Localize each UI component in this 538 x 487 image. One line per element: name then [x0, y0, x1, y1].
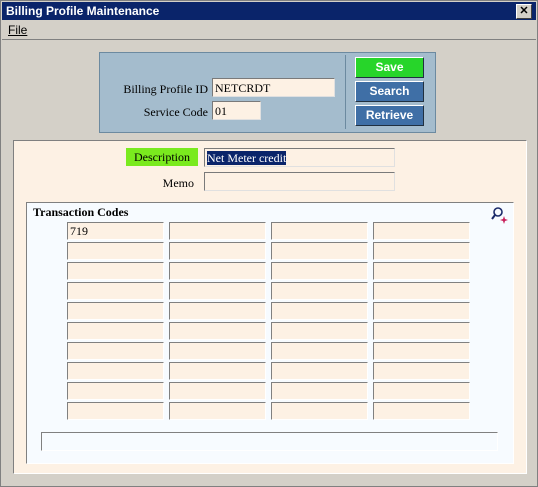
transaction-code-cell[interactable] [373, 342, 470, 360]
transaction-codes-group: Transaction Codes 719 [26, 202, 514, 464]
transaction-code-cell[interactable] [271, 302, 368, 320]
transaction-code-cell[interactable] [271, 262, 368, 280]
menu-bar: File [2, 21, 536, 39]
transaction-code-cell[interactable] [271, 322, 368, 340]
status-field [41, 432, 498, 451]
transaction-code-cell[interactable] [373, 282, 470, 300]
save-button[interactable]: Save [355, 57, 424, 78]
transaction-code-cell[interactable] [169, 302, 266, 320]
transaction-code-cell[interactable] [169, 322, 266, 340]
transaction-code-cell[interactable] [169, 282, 266, 300]
transaction-code-cell[interactable] [373, 402, 470, 420]
transaction-code-cell[interactable] [169, 262, 266, 280]
transaction-code-cell[interactable] [169, 382, 266, 400]
menu-divider [2, 39, 536, 40]
transaction-code-cell[interactable] [169, 222, 266, 240]
transaction-code-cell[interactable] [67, 402, 164, 420]
transaction-codes-title: Transaction Codes [33, 205, 129, 219]
panel-divider [345, 55, 346, 129]
memo-label: Memo [162, 176, 194, 190]
close-icon: ✕ [519, 5, 529, 17]
app-window: Billing Profile Maintenance ✕ File Billi… [0, 0, 538, 487]
transaction-code-cell[interactable] [271, 342, 368, 360]
transaction-code-cell[interactable] [169, 402, 266, 420]
transaction-code-cell[interactable] [67, 382, 164, 400]
transaction-code-cell[interactable] [67, 342, 164, 360]
transaction-code-cell[interactable] [271, 282, 368, 300]
billing-profile-id-label: Billing Profile ID [123, 82, 208, 96]
menu-file[interactable]: File [8, 23, 27, 37]
transaction-code-cell[interactable] [373, 362, 470, 380]
transaction-code-cell[interactable] [373, 262, 470, 280]
transaction-code-cell[interactable] [373, 322, 470, 340]
transaction-code-cell[interactable] [373, 302, 470, 320]
transaction-code-cell[interactable] [271, 382, 368, 400]
transaction-code-cell[interactable] [67, 262, 164, 280]
details-panel: Description Net Meter credit Memo Transa… [13, 140, 527, 474]
transaction-code-cell[interactable] [373, 242, 470, 260]
service-code-field[interactable]: 01 [212, 101, 261, 120]
transaction-code-cell[interactable] [271, 362, 368, 380]
memo-field[interactable] [204, 172, 395, 191]
transaction-code-cell[interactable] [169, 362, 266, 380]
transaction-code-cell[interactable] [169, 242, 266, 260]
close-button[interactable]: ✕ [516, 4, 532, 19]
description-field[interactable]: Net Meter credit [204, 148, 395, 167]
transaction-code-cell[interactable]: 719 [67, 222, 164, 240]
service-code-label: Service Code [143, 105, 208, 119]
transaction-code-cell[interactable] [67, 302, 164, 320]
title-bar[interactable]: Billing Profile Maintenance ✕ [2, 2, 536, 20]
billing-profile-id-field[interactable]: NETCRDT [212, 78, 335, 97]
transaction-code-cell[interactable] [373, 382, 470, 400]
transaction-code-cell[interactable] [67, 362, 164, 380]
description-value: Net Meter credit [207, 151, 287, 165]
transaction-code-cell[interactable] [271, 242, 368, 260]
magnify-sparkle-icon[interactable] [491, 206, 509, 224]
description-label: Description [126, 148, 198, 166]
search-button[interactable]: Search [355, 81, 424, 102]
profile-id-panel: Billing Profile ID NETCRDT Service Code … [99, 52, 436, 133]
window-title: Billing Profile Maintenance [6, 4, 160, 18]
retrieve-button[interactable]: Retrieve [355, 105, 424, 126]
transaction-code-cell[interactable] [67, 282, 164, 300]
transaction-code-cell[interactable] [67, 322, 164, 340]
transaction-code-cell[interactable] [271, 402, 368, 420]
transaction-code-cell[interactable] [373, 222, 470, 240]
transaction-code-cell[interactable] [271, 222, 368, 240]
transaction-code-cell[interactable] [67, 242, 164, 260]
transaction-code-cell[interactable] [169, 342, 266, 360]
